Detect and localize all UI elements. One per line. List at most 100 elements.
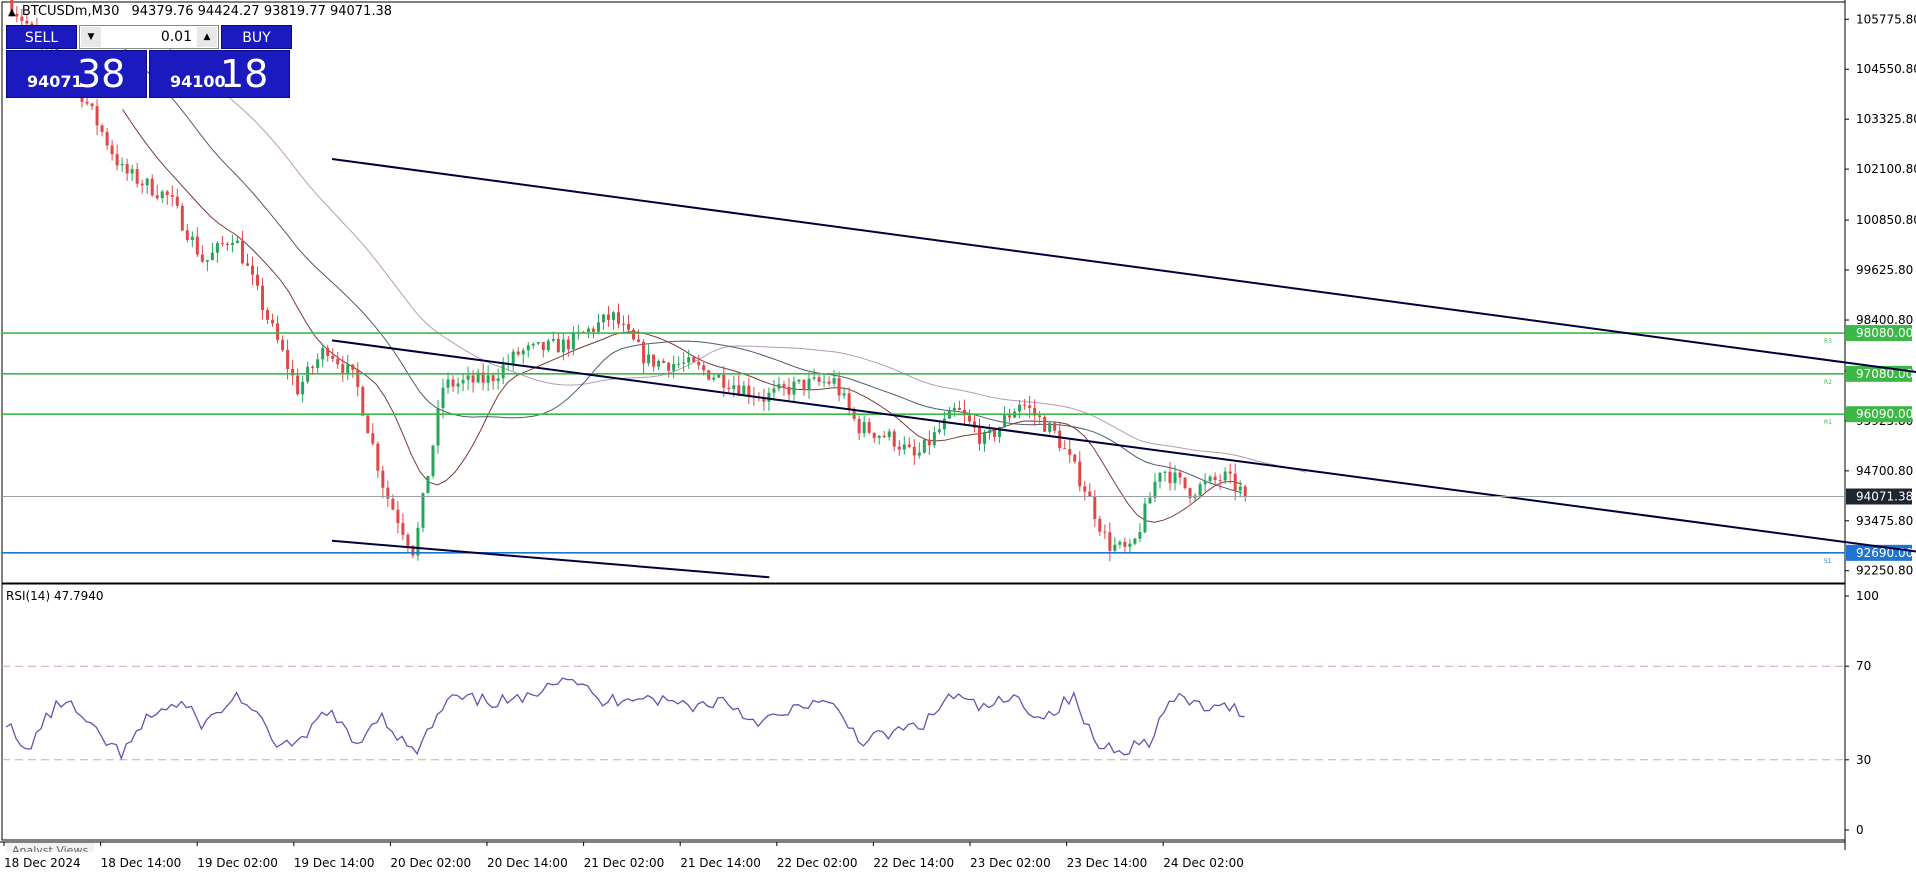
candle-body	[672, 363, 676, 371]
candle-body	[496, 378, 500, 382]
candle-body	[210, 252, 214, 261]
candle-body	[150, 178, 154, 196]
buy-price-main: 94100	[170, 72, 226, 91]
candle-body	[205, 260, 209, 262]
candle-body	[611, 312, 615, 320]
candle-body	[782, 384, 786, 387]
trading-chart[interactable]: 105775.80 104550.80 103325.80 102100.80 1008…	[0, 0, 1916, 874]
candle-body	[286, 349, 290, 369]
rsi-indicator-label: RSI(14) 47.7940	[6, 589, 104, 603]
candle-body	[622, 323, 626, 325]
symbol-header: ▲ BTCUSDm,M30 94379.76 94424.27 93819.77…	[8, 4, 392, 19]
candle-body	[1038, 415, 1042, 417]
candle-body	[256, 274, 260, 286]
lot-decrease-icon[interactable]: ▼	[81, 27, 101, 47]
y-tick-label: 99625.80	[1856, 263, 1913, 277]
candle-body	[95, 106, 99, 126]
candle-body	[501, 364, 505, 379]
candle-body	[1098, 518, 1102, 532]
candle-body	[566, 339, 570, 350]
candle-body	[1108, 532, 1112, 551]
candle-body	[125, 164, 129, 174]
candle-body	[922, 439, 926, 453]
candle-body	[596, 322, 600, 332]
candle-body	[240, 240, 244, 264]
candle-body	[160, 191, 164, 199]
candle-body	[100, 125, 104, 132]
sell-price-main: 94071	[27, 72, 83, 91]
candle-body	[531, 343, 535, 346]
candle-body	[1133, 538, 1137, 544]
candle-body	[276, 323, 280, 340]
candle-body	[1043, 416, 1047, 432]
candle-body	[1058, 430, 1062, 449]
candle-body	[461, 379, 465, 384]
candle-body	[556, 338, 560, 353]
candle-body	[827, 381, 831, 384]
candle-body	[371, 433, 375, 444]
candle-body	[115, 154, 119, 166]
candle-body	[707, 370, 711, 380]
candle-body	[451, 379, 455, 387]
candle-body	[682, 362, 686, 364]
candle-body	[381, 470, 385, 488]
sell-button[interactable]: SELL	[6, 25, 77, 49]
candle-body	[185, 230, 189, 240]
candle-body	[120, 164, 124, 166]
candle-body	[822, 381, 826, 383]
candle-body	[180, 205, 184, 231]
candle-body	[366, 415, 370, 434]
x-tick-label: 24 Dec 02:00	[1163, 856, 1244, 870]
analyst-views-tab[interactable]: Analyst Views	[6, 843, 95, 852]
candle-body	[85, 101, 89, 104]
candle-body	[1198, 484, 1202, 496]
candle-body	[942, 418, 946, 430]
collapse-arrow-icon[interactable]: ▲	[8, 7, 16, 18]
candle-body	[837, 378, 841, 396]
candle-body	[326, 347, 330, 356]
candle-body	[421, 493, 425, 528]
one-click-trading-panel: SELL ▼ ▲ BUY 94071 38 94100 18	[6, 25, 292, 98]
sell-price-pips: 38	[77, 52, 126, 96]
candle-body	[386, 487, 390, 499]
candle-body	[1203, 481, 1207, 485]
level-tag-label: R1	[1824, 419, 1832, 426]
candle-body	[1233, 473, 1237, 491]
candle-body	[687, 357, 691, 363]
candle-body	[190, 236, 194, 240]
lot-size-input[interactable]	[104, 28, 192, 46]
candle-body	[637, 339, 641, 342]
candle-body	[797, 379, 801, 382]
lot-increase-icon[interactable]: ▲	[197, 27, 217, 47]
candle-body	[767, 392, 771, 402]
candle-body	[1068, 449, 1072, 455]
candle-body	[396, 509, 400, 524]
candle-body	[311, 366, 315, 368]
level-tag-label: R3	[1824, 338, 1832, 345]
candle-body	[1178, 472, 1182, 478]
candle-body	[516, 351, 520, 355]
candle-body	[662, 360, 666, 363]
buy-price-box[interactable]: 94100 18	[149, 50, 290, 98]
candle-body	[1223, 471, 1227, 481]
y-tick-label: 92250.80	[1856, 564, 1913, 578]
candle-body	[632, 329, 636, 340]
candle-body	[727, 387, 731, 389]
candle-body	[155, 195, 159, 199]
ohlc-values: 94379.76 94424.27 93819.77 94071.38	[131, 4, 393, 19]
buy-button[interactable]: BUY	[221, 25, 292, 49]
candle-body	[722, 374, 726, 388]
candle-body	[220, 243, 224, 245]
candle-body	[1243, 486, 1247, 497]
candle-body	[301, 381, 305, 395]
candle-body	[551, 338, 555, 341]
chart-canvas[interactable]: 105775.80 104550.80 103325.80 102100.80 1008…	[0, 0, 1916, 874]
candle-body	[1183, 477, 1187, 489]
candle-body	[546, 340, 550, 351]
candle-body	[957, 407, 961, 410]
candle-body	[346, 364, 350, 373]
candle-body	[486, 375, 490, 383]
buy-price-pips: 18	[220, 52, 269, 96]
sell-price-box[interactable]: 94071 38	[6, 50, 147, 98]
lot-size-stepper[interactable]: ▼ ▲	[79, 25, 219, 49]
